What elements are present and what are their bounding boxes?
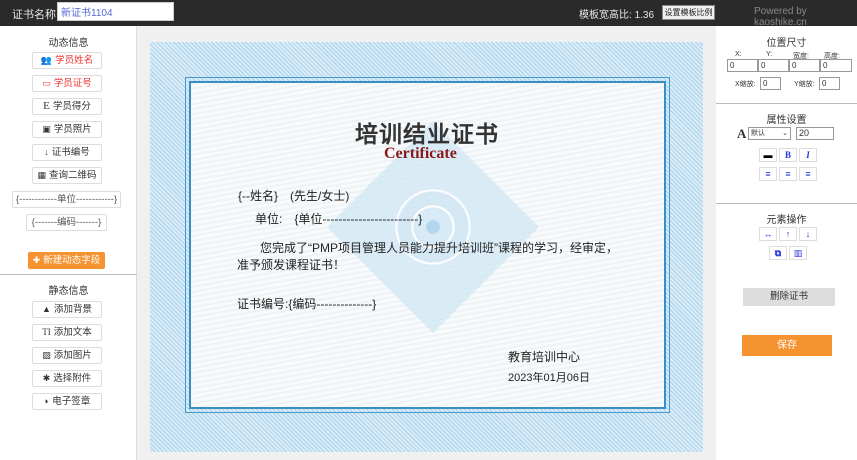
template-ratio: 模板宽高比: 1.36 [579,6,654,21]
label: 学员得分 [52,101,91,112]
stretch-horizontal-icon[interactable]: ↔ [759,227,777,241]
unit-field-button[interactable]: {------------单位------------} [12,191,121,208]
font-size-input[interactable]: 20 [796,127,834,140]
trash-icon[interactable]: ▥ [789,246,807,260]
y-scale-label: Y缩放: [794,81,815,88]
label: 添加文本 [53,327,92,338]
arrow-down-icon[interactable]: ↓ [799,227,817,241]
width-input[interactable]: 0 [789,59,820,72]
unit-line[interactable]: 单位: {单位------------------------} [255,210,422,227]
attribute-settings-title: 属性设置 [766,115,807,126]
align-left-button[interactable]: ≡ [759,167,777,181]
label: 添加图片 [53,350,92,361]
label: 电子签章 [52,396,91,407]
x-label: X: [735,51,742,58]
bold-button[interactable]: B [779,148,797,162]
code-field-button[interactable]: {-------编码-------} [26,214,107,231]
set-ratio-button[interactable]: 设置模板比例 [662,5,715,20]
arrow-up-icon[interactable]: ↑ [779,227,797,241]
user-icon: 👥 [40,55,53,65]
certificate-number-button[interactable]: ↓ 证书编号 [32,144,102,161]
qrcode-icon: ▦ [37,170,46,180]
sort-number-icon: ↓ [44,147,49,157]
unit-label: 单位: [255,212,283,226]
top-bar: 证书名称: 模板宽高比: 1.36 设置模板比例 Powered by kaos… [0,0,857,28]
y-label: Y: [766,51,773,58]
code-value: {编码--------------} [288,297,377,311]
certificate-title[interactable]: 培训结业证书 [355,115,499,149]
label: 新建动态字段 [43,255,101,266]
divider [716,203,857,204]
certificate-canvas[interactable]: 培训结业证书 Certificate {--姓名} (先生/女士) 单位: {单… [150,42,703,452]
student-name-button[interactable]: 👥 学员姓名 [32,52,102,69]
italic-button[interactable]: I [799,148,817,162]
x-scale-input[interactable]: 0 [760,77,781,90]
powered-by: Powered by kaoshike.cn [754,6,807,28]
y-scale-input[interactable]: 0 [819,77,840,90]
y-input[interactable]: 0 [758,59,789,72]
align-right-button[interactable]: ≡ [799,167,817,181]
unit-value: {单位------------------------} [294,212,423,226]
plus-icon: ✚ [32,255,41,265]
ratio-value: 1.36 [634,10,655,21]
label: 选择附件 [53,373,92,384]
delete-certificate-button[interactable]: 删除证书 [743,288,835,306]
name-line[interactable]: {--姓名} (先生/女士) [238,187,349,204]
divider [0,274,137,275]
code-line[interactable]: 证书编号:{编码--------------} [237,295,376,312]
student-id-button[interactable]: ▭ 学员证号 [32,75,102,92]
label: 学员证号 [53,78,92,89]
add-background-button[interactable]: ▲ 添加背景 [32,301,102,318]
label: 证书编号 [51,147,90,158]
add-image-button[interactable]: ▨ 添加图片 [32,347,102,364]
student-photo-button[interactable]: ▣ 学员照片 [32,121,102,138]
left-panel: 动态信息 👥 学员姓名 ▭ 学员证号 E 学员得分 ▣ 学员照片 ↓ 证书编号 ▦ 查询二维… [0,26,137,460]
certificate-name-input[interactable] [57,2,174,21]
font-icon: A [737,126,747,141]
body-line-2[interactable]: 准予颁发课程证书！ [237,256,345,273]
x-scale-label: X缩放: [735,81,756,88]
add-text-button[interactable]: TI 添加文本 [32,324,102,341]
issuer[interactable]: 教育培训中心 [508,348,580,365]
issue-date[interactable]: 2023年01月06日 [508,369,590,385]
divider [716,103,857,104]
right-panel: 位置尺寸 X: Y: 宽度: 高度: 0 0 0 0 X缩放: 0 Y缩放: 0… [716,26,857,460]
id-card-icon: ▣ [42,124,51,134]
certificate-subtitle[interactable]: Certificate [384,145,457,163]
label: 学员照片 [53,124,92,135]
dynamic-info-title: 动态信息 [48,38,89,49]
image-icon: ▨ [42,350,51,360]
x-input[interactable]: 0 [727,59,758,72]
letter-e-icon: E [43,100,50,112]
label: 学员姓名 [55,55,94,66]
gear-icon: ✱ [42,373,51,383]
static-info-title: 静态信息 [48,286,89,297]
ratio-label: 模板宽高比: [579,10,632,21]
new-dynamic-field-button[interactable]: ✚ 新建动态字段 [28,252,105,269]
align-center-button[interactable]: ≡ [779,167,797,181]
shield-icon: ◗ [43,396,50,406]
chevron-down-icon: ⌄ [782,130,788,137]
body-line-1[interactable]: 您完成了“PMP项目管理人员能力提升培训班”课程的学习，经审定， [260,239,618,256]
code-label: 证书编号: [237,297,289,311]
color-button[interactable]: ▬ [759,148,777,162]
e-seal-button[interactable]: ◗ 电子签章 [32,393,102,410]
select-attachment-button[interactable]: ✱ 选择附件 [32,370,102,387]
text-icon: TI [42,327,51,337]
height-input[interactable]: 0 [820,59,852,72]
font-select[interactable]: 默认 ⌄ [748,127,791,140]
qrcode-button[interactable]: ▦ 查询二维码 [32,167,102,184]
element-ops-title: 元素操作 [766,215,807,226]
copy-icon[interactable]: ⧉ [769,246,787,260]
font-select-value: 默认 [751,130,765,137]
certificate-name-label: 证书名称: [12,9,60,21]
label: 添加背景 [53,304,92,315]
card-icon: ▭ [42,78,51,88]
landscape-icon: ▲ [42,304,51,314]
student-score-button[interactable]: E 学员得分 [32,98,102,115]
label: 查询二维码 [49,170,97,181]
position-size-title: 位置尺寸 [766,38,807,49]
save-button[interactable]: 保存 [742,335,832,356]
